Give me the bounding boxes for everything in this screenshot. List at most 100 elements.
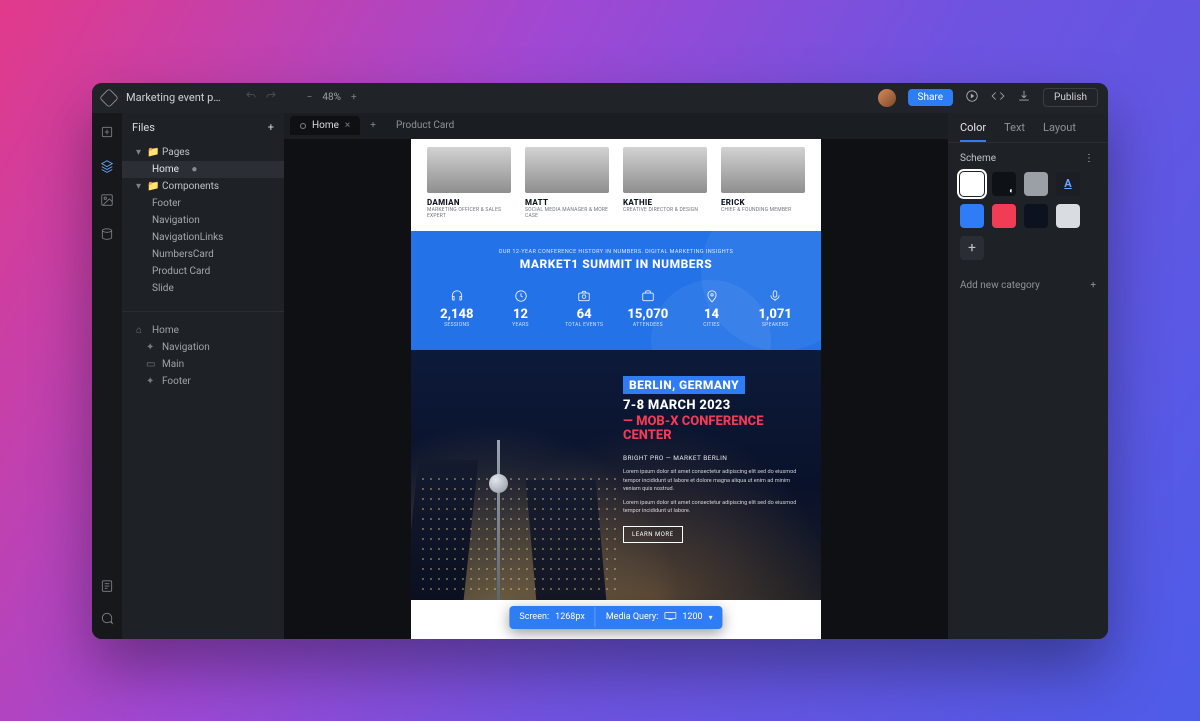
component-item[interactable]: Footer — [122, 195, 284, 212]
swatch-add-button[interactable]: + — [960, 236, 984, 260]
team-member: DAMIAN MARKETING OFFICER & SALES EXPERT — [427, 147, 511, 219]
code-icon[interactable] — [991, 89, 1005, 106]
tab-color[interactable]: Color — [960, 121, 986, 142]
app-logo-icon[interactable] — [99, 88, 119, 108]
tab-dot-icon — [300, 123, 306, 129]
outline-item[interactable]: ✦Navigation — [132, 339, 274, 356]
tool-rail — [92, 113, 122, 639]
tab-close-icon[interactable]: × — [345, 120, 350, 131]
components-group[interactable]: ▾📁Components — [122, 178, 284, 195]
undo-icon[interactable] — [245, 90, 257, 105]
camera-icon — [577, 289, 591, 303]
topbar: Marketing event p… − 48% + Share Publish — [92, 83, 1108, 113]
project-name[interactable]: Marketing event p… — [126, 91, 221, 104]
component-item[interactable]: NumbersCard — [122, 246, 284, 263]
stat-card: 64TOTAL EVENTS — [556, 289, 612, 328]
rail-layers-button[interactable] — [98, 157, 116, 175]
team-section: DAMIAN MARKETING OFFICER & SALES EXPERT … — [411, 139, 821, 231]
rail-assets-button[interactable] — [98, 191, 116, 209]
files-label: Files — [132, 121, 155, 134]
briefcase-icon — [641, 289, 655, 303]
headset-icon — [450, 289, 464, 303]
team-member: ERICK CHIEF & FOUNDING MEMBER — [721, 147, 805, 219]
outline-root[interactable]: ⌂Home — [132, 322, 274, 339]
download-icon[interactable] — [1017, 89, 1031, 106]
hero-location: BERLIN, GERMANY — [623, 376, 745, 394]
eyedropper-icon: ◐ — [1009, 186, 1014, 195]
home-dot-icon: ● — [191, 164, 197, 175]
tab-text[interactable]: Text — [1004, 121, 1025, 142]
rail-notes-icon[interactable] — [98, 577, 116, 595]
swatch-blue[interactable] — [960, 204, 984, 228]
swatch-near-black[interactable]: ◐ — [992, 172, 1016, 196]
chevron-down-icon[interactable]: ▾ — [709, 613, 713, 622]
history-controls — [245, 90, 277, 105]
member-photo — [427, 147, 511, 193]
artboard[interactable]: DAMIAN MARKETING OFFICER & SALES EXPERT … — [411, 139, 821, 639]
scheme-menu-icon[interactable]: ⋮ — [1084, 153, 1096, 164]
files-header: Files + — [122, 113, 284, 142]
media-query-segment[interactable]: Media Query: 1200 ▾ — [596, 606, 723, 629]
user-avatar[interactable] — [878, 89, 896, 107]
redo-icon[interactable] — [265, 90, 277, 105]
rail-data-button[interactable] — [98, 225, 116, 243]
scheme-label: Scheme — [960, 153, 996, 164]
tab-product-card[interactable]: Product Card — [386, 116, 464, 135]
files-add-button[interactable]: + — [268, 121, 274, 134]
team-member: MATT SOCIAL MEDIA MANAGER & MORE CASE — [525, 147, 609, 219]
tower-graphic — [497, 440, 500, 600]
clock-icon — [514, 289, 528, 303]
hero-section: BERLIN, GERMANY 7-8 MARCH 2023 — MOB-X C… — [411, 350, 821, 600]
page-item-home[interactable]: Home ● — [122, 161, 284, 178]
share-button[interactable]: Share — [908, 89, 953, 106]
add-category-button[interactable]: Add new category + — [948, 270, 1108, 301]
mic-icon — [768, 289, 782, 303]
tab-add-button[interactable]: + — [364, 118, 382, 133]
learn-more-button[interactable]: LEARN MORE — [623, 526, 683, 543]
zoom-out-button[interactable]: − — [307, 92, 313, 103]
screen-segment[interactable]: Screen: 1268px — [509, 607, 595, 627]
swatch-dark[interactable] — [1024, 204, 1048, 228]
numbers-section: OUR 12-YEAR CONFERENCE HISTORY IN NUMBER… — [411, 231, 821, 350]
pin-icon — [705, 289, 719, 303]
swatch-light[interactable] — [1056, 204, 1080, 228]
hero-venue: — MOB-X CONFERENCE CENTER — [623, 415, 803, 445]
zoom-control: − 48% + — [307, 92, 357, 103]
preview-play-icon[interactable] — [965, 89, 979, 106]
swatch-gray[interactable] — [1024, 172, 1048, 196]
stat-card: 1,071SPEAKERS — [747, 289, 803, 328]
component-item[interactable]: Navigation — [122, 212, 284, 229]
stat-card: 12YEARS — [493, 289, 549, 328]
app-window: Marketing event p… − 48% + Share Publish — [92, 83, 1108, 639]
publish-button[interactable]: Publish — [1043, 88, 1098, 107]
member-photo — [623, 147, 707, 193]
outline-panel: ⌂Home ✦Navigation ▭Main ✦Footer — [122, 316, 284, 396]
tab-home[interactable]: Home× — [290, 116, 360, 135]
right-panel-tabs: Color Text Layout — [948, 113, 1108, 143]
outline-item[interactable]: ✦Footer — [132, 373, 274, 390]
rail-chat-icon[interactable] — [98, 609, 116, 627]
stat-card: 2,148SESSIONS — [429, 289, 485, 328]
left-panel: Files + ▾📁Pages Home ● ▾📁Components Foot… — [122, 113, 284, 639]
screen-size-toolbar[interactable]: Screen: 1268px Media Query: 1200 ▾ — [509, 606, 722, 629]
component-item[interactable]: Product Card — [122, 263, 284, 280]
swatch-text-color[interactable]: A — [1056, 172, 1080, 196]
canvas[interactable]: DAMIAN MARKETING OFFICER & SALES EXPERT … — [284, 139, 948, 639]
tab-layout[interactable]: Layout — [1043, 121, 1076, 142]
outline-item[interactable]: ▭Main — [132, 356, 274, 373]
pages-group[interactable]: ▾📁Pages — [122, 144, 284, 161]
swatch-white[interactable] — [960, 172, 984, 196]
hero-date: 7-8 MARCH 2023 — [623, 398, 803, 413]
right-panel: Color Text Layout Scheme ⋮ ◐ A — [948, 113, 1108, 639]
canvas-area: Home× + Product Card DAMIAN MARKETING OF… — [284, 113, 948, 639]
swatch-pink[interactable] — [992, 204, 1016, 228]
component-item[interactable]: Slide — [122, 280, 284, 297]
files-tree: ▾📁Pages Home ● ▾📁Components Footer Navig… — [122, 142, 284, 307]
zoom-level[interactable]: 48% — [322, 92, 341, 103]
member-photo — [525, 147, 609, 193]
rail-add-button[interactable] — [98, 123, 116, 141]
zoom-in-button[interactable]: + — [351, 92, 357, 103]
member-photo — [721, 147, 805, 193]
component-item[interactable]: NavigationLinks — [122, 229, 284, 246]
plus-icon: + — [1090, 280, 1096, 291]
